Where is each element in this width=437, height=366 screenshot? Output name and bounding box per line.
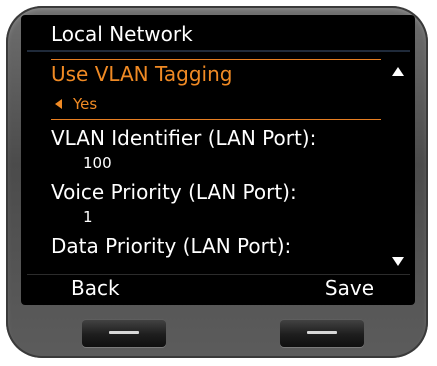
data-priority-label: Data Priority (LAN Port): (51, 234, 292, 258)
key-bar-icon (307, 331, 337, 334)
softkey-bar: Back Save (27, 274, 410, 300)
voice-priority-value: 1 (83, 208, 93, 226)
key-bar-icon (109, 331, 139, 334)
scroll-down-icon (392, 257, 404, 266)
scroll-up-icon (392, 67, 404, 76)
save-softkey[interactable]: Save (325, 275, 374, 300)
left-hardware-key[interactable] (82, 319, 166, 347)
display-screen: Local Network Use VLAN Tagging Yes VLAN … (27, 20, 410, 300)
back-softkey[interactable]: Back (71, 275, 120, 300)
title-divider (27, 50, 410, 52)
vlan-identifier-value: 100 (83, 154, 112, 172)
voice-priority-label: Voice Priority (LAN Port): (51, 180, 297, 204)
selection-bottom-divider (51, 119, 381, 120)
vlan-identifier-label: VLAN Identifier (LAN Port): (51, 126, 317, 150)
vlan-tagging-label: Use VLAN Tagging (51, 62, 233, 86)
screen-title: Local Network (51, 22, 193, 46)
left-arrow-icon[interactable] (55, 99, 62, 109)
right-hardware-key[interactable] (280, 319, 364, 347)
vlan-tagging-value: Yes (73, 95, 98, 113)
selection-top-divider (51, 59, 381, 60)
